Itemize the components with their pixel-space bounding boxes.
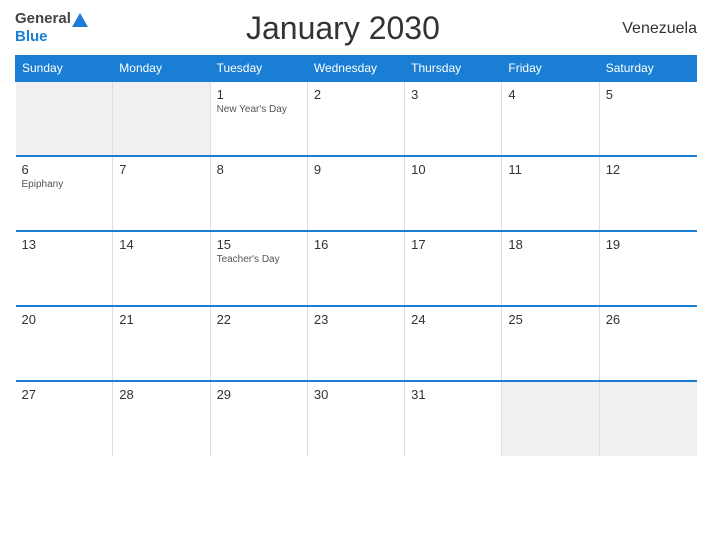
day-number: 1 xyxy=(217,87,301,102)
day-number: 2 xyxy=(314,87,398,102)
calendar-cell: 10 xyxy=(405,156,502,231)
calendar-header: General Blue January 2030 Venezuela xyxy=(15,10,697,47)
day-number: 22 xyxy=(217,312,301,327)
calendar-cell: 18 xyxy=(502,231,599,306)
day-number: 25 xyxy=(508,312,592,327)
day-number: 23 xyxy=(314,312,398,327)
calendar-cell: 23 xyxy=(307,306,404,381)
day-number: 28 xyxy=(119,387,203,402)
logo-triangle-icon xyxy=(72,13,88,27)
day-number: 11 xyxy=(508,162,592,177)
calendar-cell: 16 xyxy=(307,231,404,306)
calendar-cell: 3 xyxy=(405,81,502,156)
calendar-cell: 28 xyxy=(113,381,210,456)
day-number: 17 xyxy=(411,237,495,252)
calendar-cell: 9 xyxy=(307,156,404,231)
country-label: Venezuela xyxy=(597,20,697,38)
weekday-header: Wednesday xyxy=(307,56,404,82)
day-number: 24 xyxy=(411,312,495,327)
day-number: 14 xyxy=(119,237,203,252)
calendar-week-row: 13 14 15 Teacher's Day 16 17 18 19 xyxy=(16,231,697,306)
day-number: 18 xyxy=(508,237,592,252)
day-number: 21 xyxy=(119,312,203,327)
calendar-table: SundayMondayTuesdayWednesdayThursdayFrid… xyxy=(15,55,697,456)
calendar-cell: 20 xyxy=(16,306,113,381)
day-number: 4 xyxy=(508,87,592,102)
calendar-week-row: 27 28 29 30 31 xyxy=(16,381,697,456)
calendar-cell: 13 xyxy=(16,231,113,306)
calendar-cell xyxy=(113,81,210,156)
weekday-header: Tuesday xyxy=(210,56,307,82)
calendar-week-row: 6 Epiphany 789 10 11 12 xyxy=(16,156,697,231)
day-number: 10 xyxy=(411,162,495,177)
day-number: 3 xyxy=(411,87,495,102)
holiday-name: New Year's Day xyxy=(217,104,301,115)
calendar-cell: 22 xyxy=(210,306,307,381)
weekday-header: Monday xyxy=(113,56,210,82)
day-number: 31 xyxy=(411,387,495,402)
weekday-header: Friday xyxy=(502,56,599,82)
calendar-cell: 11 xyxy=(502,156,599,231)
logo-general-text: General xyxy=(15,11,71,28)
day-number: 19 xyxy=(606,237,691,252)
day-number: 8 xyxy=(217,162,301,177)
calendar-week-row: 20 21 22 23 24 25 26 xyxy=(16,306,697,381)
calendar-cell: 24 xyxy=(405,306,502,381)
calendar-body: 1New Year's Day23456Epiphany789101112131… xyxy=(16,81,697,456)
calendar-cell: 7 xyxy=(113,156,210,231)
holiday-name: Teacher's Day xyxy=(217,254,301,265)
calendar-cell: 19 xyxy=(599,231,696,306)
calendar-cell: 27 xyxy=(16,381,113,456)
calendar-cell: 1 New Year's Day xyxy=(210,81,307,156)
calendar-cell: 31 xyxy=(405,381,502,456)
calendar-cell: 8 xyxy=(210,156,307,231)
calendar-cell: 5 xyxy=(599,81,696,156)
day-number: 12 xyxy=(606,162,691,177)
day-number: 13 xyxy=(22,237,107,252)
calendar-cell: 30 xyxy=(307,381,404,456)
calendar-cell: 25 xyxy=(502,306,599,381)
holiday-name: Epiphany xyxy=(22,179,107,190)
calendar-cell: 26 xyxy=(599,306,696,381)
calendar-cell: 12 xyxy=(599,156,696,231)
calendar-cell xyxy=(16,81,113,156)
day-number: 7 xyxy=(119,162,203,177)
calendar-cell: 15 Teacher's Day xyxy=(210,231,307,306)
calendar-cell: 4 xyxy=(502,81,599,156)
day-number: 29 xyxy=(217,387,301,402)
weekday-header: Saturday xyxy=(599,56,696,82)
calendar-cell xyxy=(502,381,599,456)
day-number: 6 xyxy=(22,162,107,177)
day-number: 5 xyxy=(606,87,691,102)
calendar-cell: 21 xyxy=(113,306,210,381)
day-number: 16 xyxy=(314,237,398,252)
calendar-cell: 17 xyxy=(405,231,502,306)
day-number: 26 xyxy=(606,312,691,327)
calendar-cell: 2 xyxy=(307,81,404,156)
day-number: 27 xyxy=(22,387,107,402)
day-number: 15 xyxy=(217,237,301,252)
logo: General Blue xyxy=(15,11,89,45)
calendar-week-row: 1 New Year's Day 2345 xyxy=(16,81,697,156)
calendar-cell: 14 xyxy=(113,231,210,306)
day-number: 20 xyxy=(22,312,107,327)
weekday-header-row: SundayMondayTuesdayWednesdayThursdayFrid… xyxy=(16,56,697,82)
calendar-header-row: SundayMondayTuesdayWednesdayThursdayFrid… xyxy=(16,56,697,82)
calendar-container: General Blue January 2030 Venezuela Sund… xyxy=(0,0,712,550)
day-number: 30 xyxy=(314,387,398,402)
logo-blue-text: Blue xyxy=(15,28,48,45)
weekday-header: Sunday xyxy=(16,56,113,82)
weekday-header: Thursday xyxy=(405,56,502,82)
calendar-cell: 29 xyxy=(210,381,307,456)
calendar-cell: 6 Epiphany xyxy=(16,156,113,231)
calendar-cell xyxy=(599,381,696,456)
month-title: January 2030 xyxy=(89,10,597,47)
day-number: 9 xyxy=(314,162,398,177)
